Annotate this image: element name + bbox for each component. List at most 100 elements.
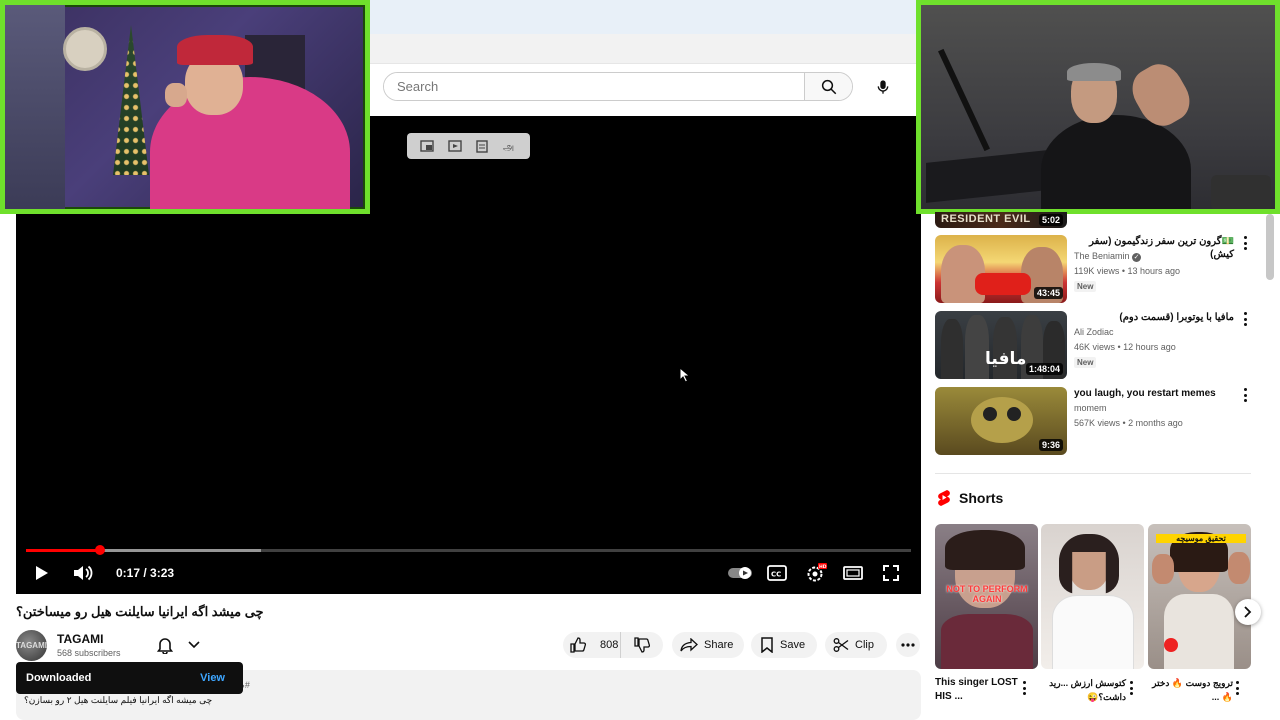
svg-text:அ: அ: [503, 142, 514, 152]
like-icon: [570, 637, 586, 653]
video-title: چی میشد اگه ایرانیا سایلنت هیل رو میساخت…: [16, 604, 264, 619]
settings-button[interactable]: HD: [804, 562, 828, 584]
rec-thumb-partial[interactable]: RESIDENT EVIL 5:02: [935, 212, 1067, 228]
subscribe-notifications-button[interactable]: [149, 632, 207, 658]
notes-icon[interactable]: [474, 139, 490, 153]
like-dislike-group: 808: [563, 632, 663, 658]
player-toolbar: அ: [407, 133, 530, 159]
header-band: [370, 34, 916, 64]
rec-duration: 43:45: [1033, 287, 1063, 299]
rec-item[interactable]: مافیا 1:48:04 مافیا با یوتوبرا (قسمت دوم…: [935, 311, 1255, 379]
webcam-left: [0, 0, 370, 214]
short-title[interactable]: ترویج دوست 🔥 دختر🔥 ...: [1148, 676, 1233, 704]
toast-message: Downloaded: [26, 672, 92, 684]
play-button[interactable]: [32, 562, 52, 584]
svg-text:HD: HD: [819, 564, 827, 570]
verified-icon: ✓: [1132, 253, 1142, 262]
rec-title[interactable]: مافیا با یوتوبرا (قسمت دوم): [1074, 311, 1234, 324]
progress-played: [26, 549, 101, 552]
channel-name[interactable]: TAGAMI: [57, 632, 103, 646]
fullscreen-button[interactable]: [880, 562, 902, 584]
theater-icon: [843, 566, 863, 580]
search-input[interactable]: [384, 73, 804, 100]
captions-icon: CC: [767, 565, 787, 581]
shorts-label: Shorts: [959, 489, 1004, 506]
dislike-button[interactable]: [621, 632, 663, 658]
miniplayer-icon[interactable]: [419, 139, 435, 153]
more-actions-button[interactable]: [896, 633, 920, 657]
volume-icon: [74, 565, 93, 581]
sidebar-divider: [935, 473, 1251, 474]
clip-icon: [833, 638, 849, 652]
progress-bar[interactable]: [26, 545, 911, 555]
chevron-down-icon: [187, 641, 200, 649]
short-menu-button[interactable]: [1126, 681, 1136, 695]
rec-duration: 5:02: [1038, 214, 1063, 226]
rec-menu-button[interactable]: [1239, 312, 1251, 326]
save-button[interactable]: Save: [751, 632, 817, 658]
kebab-icon: [901, 643, 915, 647]
rec-menu-button[interactable]: [1239, 236, 1251, 250]
shorts-icon: [938, 490, 950, 506]
rec-channel[interactable]: The Beniamin ✓: [1074, 251, 1142, 262]
share-icon: [680, 638, 698, 652]
rec-menu-button[interactable]: [1239, 388, 1251, 402]
rec-channel[interactable]: Ali Zodiac: [1074, 327, 1114, 337]
settings-icon: HD: [807, 563, 827, 582]
svg-text:CC: CC: [771, 571, 781, 579]
rec-thumb-overlay-icon: مافیا: [985, 349, 1027, 369]
screenshot-icon[interactable]: [447, 139, 463, 153]
short-overlay-text: NOT TO PERFORM AGAIN: [946, 584, 1028, 604]
short-thumbnail[interactable]: تحقیق موسیچه: [1148, 524, 1251, 669]
rec-thumb-partial-text: RESIDENT EVIL: [941, 213, 1031, 225]
short-thumbnail[interactable]: [1041, 524, 1144, 669]
short-thumbnail[interactable]: NOT TO PERFORM AGAIN: [935, 524, 1038, 669]
rec-thumbnail[interactable]: 43:45: [935, 235, 1067, 303]
heart-icon: [1164, 638, 1178, 652]
rec-item[interactable]: 43:45 💵گرون ترین سفر زندگیمون (سفر کیش) …: [935, 235, 1255, 303]
short-menu-button[interactable]: [1019, 681, 1029, 695]
shorts-next-button[interactable]: [1235, 599, 1261, 625]
time-display: 0:17 / 3:23: [116, 566, 175, 580]
search-button[interactable]: [804, 73, 852, 100]
play-icon: [36, 566, 48, 580]
voice-search-button[interactable]: [866, 70, 900, 104]
captions-button[interactable]: CC: [766, 562, 788, 584]
sidebar-scrollbar[interactable]: [1266, 214, 1274, 280]
like-count: 808: [600, 639, 619, 651]
theater-button[interactable]: [842, 562, 864, 584]
volume-button[interactable]: [71, 562, 95, 584]
avatar[interactable]: TAGAMI: [16, 630, 47, 661]
fullscreen-icon: [883, 565, 899, 581]
rec-stats: 119K views • 13 hours ago: [1074, 266, 1181, 276]
clip-button[interactable]: Clip: [825, 632, 887, 658]
chevron-right-icon: [1244, 606, 1252, 618]
toast-view-button[interactable]: View: [200, 672, 225, 684]
rec-item[interactable]: 9:36 you laugh, you restart memes momem …: [935, 387, 1255, 455]
rec-new-badge: New: [1074, 281, 1097, 292]
avatar-text: TAGAMI: [16, 641, 47, 650]
rec-thumbnail[interactable]: 9:36: [935, 387, 1067, 455]
rec-channel[interactable]: momem: [1074, 403, 1107, 413]
rec-title[interactable]: you laugh, you restart memes: [1074, 387, 1234, 400]
like-button[interactable]: 808: [563, 632, 621, 658]
rec-thumbnail[interactable]: مافیا 1:48:04: [935, 311, 1067, 379]
dislike-icon: [634, 637, 650, 653]
search-icon: [821, 79, 836, 94]
search-box: [383, 72, 853, 101]
short-title[interactable]: کتوسش ارزش ...رید داشت؟😜: [1041, 676, 1126, 704]
browser-top-band: [370, 0, 916, 34]
rec-new-badge: New: [1074, 357, 1097, 368]
short-title[interactable]: This singer LOST HIS ...: [935, 676, 1020, 704]
download-toast: Downloaded View: [16, 662, 243, 694]
share-button[interactable]: Share: [672, 632, 744, 658]
description-text: چی میشه اگه ایرانیا فیلم سایلنت هیل ۲ رو…: [24, 695, 213, 705]
autoplay-toggle[interactable]: [727, 562, 753, 584]
rec-duration: 1:48:04: [1025, 363, 1063, 375]
short-overlay-text: تحقیق موسیچه: [1156, 534, 1246, 543]
webcam-right: [916, 0, 1280, 214]
share-label: Share: [704, 639, 734, 651]
translate-icon[interactable]: அ: [502, 139, 518, 153]
clip-label: Clip: [855, 639, 874, 651]
short-menu-button[interactable]: [1232, 681, 1242, 695]
